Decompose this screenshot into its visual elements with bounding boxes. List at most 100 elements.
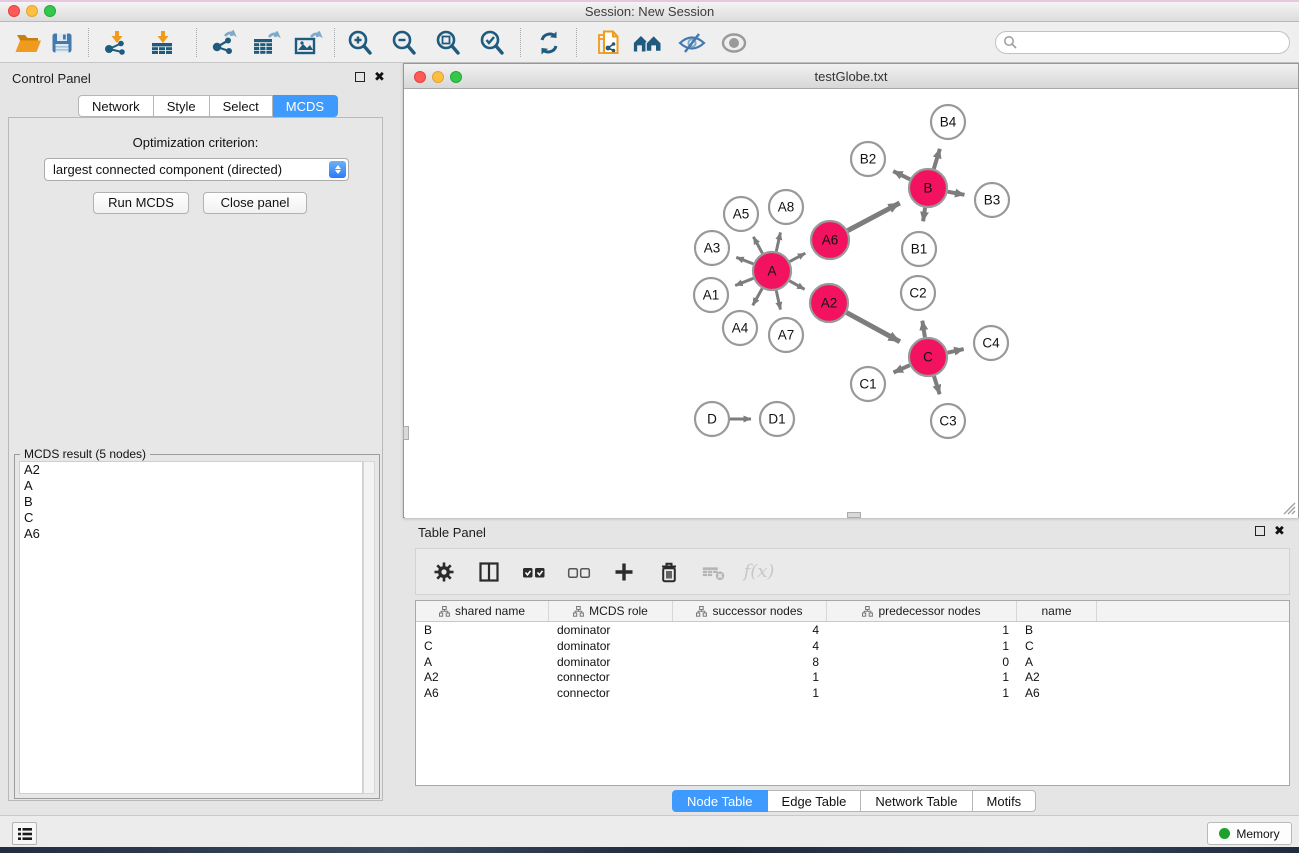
graph-edge-A-A3[interactable]: [736, 257, 753, 264]
table-cell[interactable]: C: [1017, 638, 1097, 654]
run-mcds-button[interactable]: Run MCDS: [93, 192, 189, 214]
table-cell[interactable]: 1: [827, 638, 1017, 654]
table-cell[interactable]: 1: [827, 622, 1017, 638]
graph-node-A7[interactable]: A7: [769, 318, 803, 352]
table-cell[interactable]: 0: [827, 654, 1017, 670]
duplicate-network-icon[interactable]: [592, 27, 624, 58]
table-cell[interactable]: dominator: [549, 654, 673, 670]
graph-edge-A-A7[interactable]: [776, 291, 780, 310]
close-table-panel-icon[interactable]: ✖: [1274, 526, 1285, 536]
table-row[interactable]: Cdominator41C: [416, 638, 1289, 654]
close-panel-button[interactable]: Close panel: [203, 192, 307, 214]
mcds-result-item[interactable]: C: [20, 510, 362, 526]
graph-node-C4[interactable]: C4: [974, 326, 1008, 360]
add-column-icon[interactable]: [611, 559, 637, 585]
table-row[interactable]: A6connector11A6: [416, 685, 1289, 701]
graph-node-B1[interactable]: B1: [902, 232, 936, 266]
graph-node-A6[interactable]: A6: [811, 221, 849, 259]
graph-node-B2[interactable]: B2: [851, 142, 885, 176]
table-cell[interactable]: dominator: [549, 622, 673, 638]
tab-mcds[interactable]: MCDS: [273, 95, 338, 117]
graph-edge-A-A8[interactable]: [776, 232, 780, 251]
graph-edge-B-B2[interactable]: [893, 171, 910, 179]
tab-network[interactable]: Network: [78, 95, 154, 117]
table-row[interactable]: A2connector11A2: [416, 669, 1289, 685]
graph-edge-B-B1[interactable]: [923, 208, 925, 222]
graph-node-A[interactable]: A: [753, 252, 791, 290]
graph-edge-A-A4[interactable]: [753, 288, 762, 305]
graph-node-B4[interactable]: B4: [931, 105, 965, 139]
graph-edge-A6-B[interactable]: [848, 203, 900, 231]
resize-grip-icon[interactable]: [1283, 502, 1296, 515]
column-header-shared-name[interactable]: shared name: [416, 601, 549, 621]
select-all-icon[interactable]: [521, 559, 547, 585]
zoom-fit-icon[interactable]: [432, 27, 464, 58]
graph-node-B[interactable]: B: [909, 169, 947, 207]
graph-edge-C-C2[interactable]: [922, 321, 925, 338]
graph-node-D1[interactable]: D1: [760, 402, 794, 436]
table-cell[interactable]: A6: [416, 685, 549, 701]
table-cell[interactable]: A2: [416, 669, 549, 685]
tab-network-table[interactable]: Network Table: [861, 790, 972, 812]
graph-node-C1[interactable]: C1: [851, 367, 885, 401]
open-folder-icon[interactable]: [12, 27, 44, 58]
function-builder-icon[interactable]: f(x): [746, 559, 772, 585]
table-cell[interactable]: B: [1017, 622, 1097, 638]
table-cell[interactable]: 1: [673, 669, 827, 685]
tab-style[interactable]: Style: [154, 95, 210, 117]
table-cell[interactable]: 1: [827, 685, 1017, 701]
search-field[interactable]: [995, 31, 1290, 54]
table-cell[interactable]: 4: [673, 638, 827, 654]
import-table-icon[interactable]: [146, 27, 178, 58]
table-cell[interactable]: A6: [1017, 685, 1097, 701]
mcds-result-item[interactable]: B: [20, 494, 362, 510]
tab-node-table[interactable]: Node Table: [672, 790, 768, 812]
float-panel-icon[interactable]: [355, 72, 365, 82]
table-cell[interactable]: B: [416, 622, 549, 638]
table-cell[interactable]: connector: [549, 669, 673, 685]
graph-node-D[interactable]: D: [695, 402, 729, 436]
task-history-button[interactable]: [12, 822, 37, 845]
table-row[interactable]: Bdominator41B: [416, 622, 1289, 638]
delete-column-icon[interactable]: [656, 559, 682, 585]
zoom-selected-icon[interactable]: [476, 27, 508, 58]
tab-motifs[interactable]: Motifs: [973, 790, 1037, 812]
mcds-result-item[interactable]: A2: [20, 462, 362, 478]
table-cell[interactable]: connector: [549, 685, 673, 701]
table-cell[interactable]: A: [416, 654, 549, 670]
graph-edge-A-A6[interactable]: [790, 253, 806, 261]
table-cell[interactable]: A2: [1017, 669, 1097, 685]
graph-node-C3[interactable]: C3: [931, 404, 965, 438]
optimization-criterion-select[interactable]: largest connected component (directed): [44, 158, 349, 181]
graph-edge-A2-C[interactable]: [847, 313, 900, 342]
graph-edge-C-C3[interactable]: [934, 376, 940, 394]
mcds-result-item[interactable]: A: [20, 478, 362, 494]
hide-graphics-details-icon[interactable]: [676, 27, 708, 58]
tab-select[interactable]: Select: [210, 95, 273, 117]
float-table-panel-icon[interactable]: [1255, 526, 1265, 536]
table-cell[interactable]: dominator: [549, 638, 673, 654]
column-header-predecessor-nodes[interactable]: predecessor nodes: [827, 601, 1017, 621]
refresh-icon[interactable]: [533, 27, 565, 58]
graph-node-A8[interactable]: A8: [769, 190, 803, 224]
table-cell[interactable]: 8: [673, 654, 827, 670]
import-network-icon[interactable]: [100, 27, 132, 58]
graph-edge-C-C1[interactable]: [894, 365, 910, 372]
table-cell[interactable]: A: [1017, 654, 1097, 670]
export-image-icon[interactable]: [292, 27, 324, 58]
column-layout-icon[interactable]: [476, 559, 502, 585]
graph-edge-C-C4[interactable]: [948, 349, 964, 353]
graph-node-A4[interactable]: A4: [723, 311, 757, 345]
graph-node-A5[interactable]: A5: [724, 197, 758, 231]
table-cell[interactable]: 1: [827, 669, 1017, 685]
export-table-icon[interactable]: [250, 27, 282, 58]
graph-node-C2[interactable]: C2: [901, 276, 935, 310]
graph-edge-A-A1[interactable]: [735, 278, 753, 285]
table-cell[interactable]: 4: [673, 622, 827, 638]
graph-node-A1[interactable]: A1: [694, 278, 728, 312]
network-window-titlebar[interactable]: testGlobe.txt: [404, 64, 1298, 89]
graph-node-B3[interactable]: B3: [975, 183, 1009, 217]
export-network-icon[interactable]: [208, 27, 240, 58]
delete-table-icon[interactable]: [701, 559, 727, 585]
memory-button[interactable]: Memory: [1207, 822, 1292, 845]
